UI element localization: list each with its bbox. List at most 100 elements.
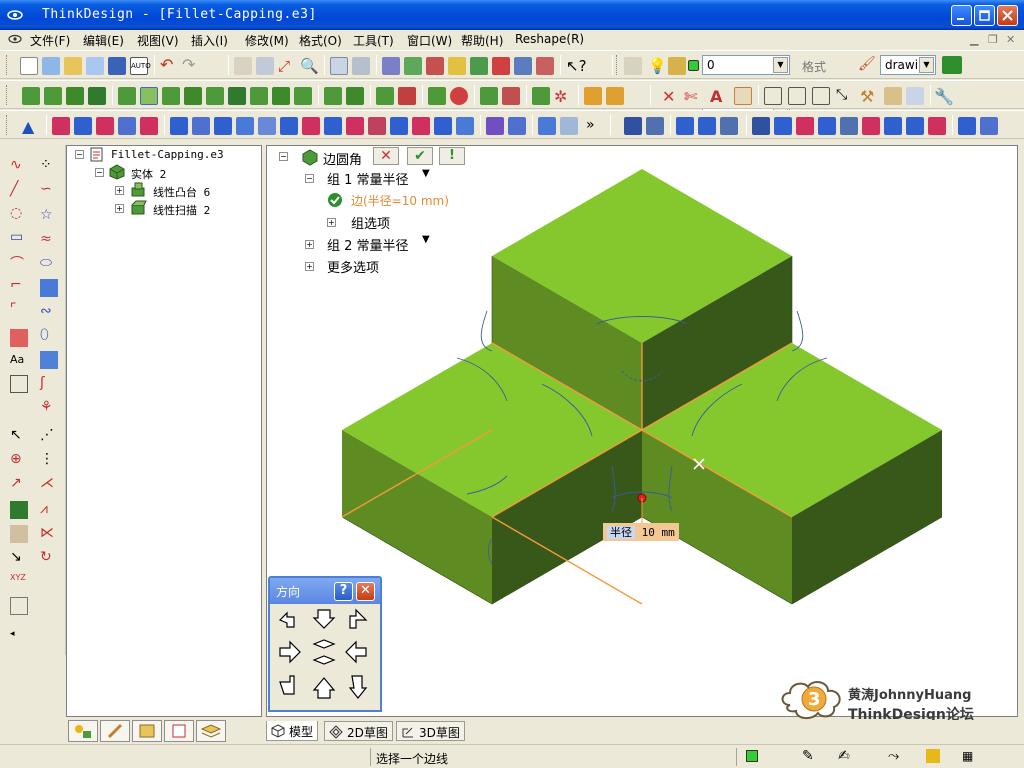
capsule-icon[interactable]: ⬯ (40, 327, 58, 345)
surface-match-icon[interactable] (280, 117, 298, 135)
surface-patch-icon[interactable] (214, 117, 232, 135)
star-icon[interactable]: ☆ (40, 207, 58, 225)
direction-left-button[interactable] (346, 646, 372, 670)
format-label[interactable]: 格式 (802, 58, 826, 75)
taper-icon[interactable] (818, 117, 836, 135)
menu-insert[interactable]: 插入(I) (191, 32, 228, 49)
menu-tools[interactable]: 工具(T) (353, 32, 394, 49)
redo-icon[interactable]: ↷ (182, 57, 200, 75)
direction-up-button[interactable] (310, 676, 336, 700)
shell-icon[interactable] (184, 87, 202, 105)
chevron-down-icon[interactable]: ▼ (422, 234, 430, 245)
surface-extrude-icon[interactable] (52, 117, 70, 135)
wave-icon[interactable]: ≈ (40, 231, 58, 249)
snap-settings-icon[interactable]: ⤳ (888, 748, 899, 764)
menu-modify[interactable]: 修改(M) (245, 32, 289, 49)
select-entity-icon[interactable] (234, 57, 252, 75)
circle-icon[interactable]: ◌ (10, 205, 28, 223)
menu-view[interactable]: 视图(V) (137, 32, 179, 49)
tab-features[interactable] (132, 720, 162, 742)
analysis-icon[interactable] (514, 57, 532, 75)
reshape-options-icon[interactable] (980, 117, 998, 135)
bend-icon[interactable] (774, 117, 792, 135)
apply-button[interactable]: ! (439, 147, 465, 165)
box-icon[interactable] (584, 87, 602, 105)
maximize-button[interactable] (974, 5, 995, 26)
color-picker-icon[interactable] (942, 56, 962, 74)
attribute-icon[interactable] (884, 87, 902, 105)
chevron-down-icon[interactable]: ▼ (919, 57, 934, 73)
edge-fillet-icon[interactable] (140, 87, 158, 105)
sweep-icon[interactable] (66, 87, 84, 105)
brush-icon[interactable]: 🖌 (858, 56, 876, 74)
help-button[interactable]: ? (334, 582, 353, 601)
style-combo[interactable]: drawir ▼ (880, 55, 936, 75)
deform-icon[interactable] (906, 117, 924, 135)
copy-icon[interactable] (734, 87, 752, 105)
menu-window[interactable]: 窗口(W) (407, 32, 452, 49)
open-folder-icon[interactable] (64, 57, 82, 75)
feather-icon[interactable]: ⚘ (40, 399, 58, 417)
more-options-expand-icon[interactable]: + (305, 262, 314, 271)
direction-up-right-button[interactable] (346, 612, 372, 636)
group1-label[interactable]: 组 1 常量半径 (327, 169, 409, 188)
point-icon[interactable]: ⁘ (40, 157, 58, 175)
toolbar-grip[interactable] (616, 55, 619, 75)
surface-fill-icon[interactable] (140, 117, 158, 135)
pointer-icon[interactable]: ↖ (10, 427, 28, 445)
wave-surface-icon[interactable]: ∾ (40, 303, 58, 321)
surface-sweep-icon[interactable] (96, 117, 114, 135)
direction-down-left-button[interactable] (276, 676, 302, 700)
surface-shape-icon[interactable] (508, 117, 526, 135)
solid-select-icon[interactable] (10, 501, 28, 519)
dialog-close-button[interactable]: ✕ (356, 582, 375, 601)
twist-icon[interactable] (796, 117, 814, 135)
connect-icon[interactable]: ⋌ (40, 475, 58, 493)
surface-offset-icon[interactable] (192, 117, 210, 135)
tab-drawings[interactable] (164, 720, 194, 742)
print-icon[interactable] (352, 57, 370, 75)
pick-icon[interactable]: ↗ (10, 475, 28, 493)
tree-solid[interactable]: 实体 2 (131, 166, 166, 182)
replace-face-icon[interactable] (502, 87, 520, 105)
pattern-icon[interactable] (376, 87, 394, 105)
delete-icon[interactable]: ✕ (662, 87, 680, 106)
mdi-minimize-icon[interactable]: ▁ (970, 33, 978, 46)
fit-curve-icon[interactable] (698, 117, 716, 135)
edit-curve-icon[interactable] (624, 117, 642, 135)
box-options-icon[interactable] (606, 87, 624, 105)
tab-layers[interactable] (196, 720, 226, 742)
blend-curve-icon[interactable] (676, 117, 694, 135)
swoosh-icon[interactable]: ʃ (40, 375, 58, 393)
mdi-restore-icon[interactable]: ❐ (988, 33, 998, 46)
union-icon[interactable] (324, 87, 342, 105)
surface-loft-icon[interactable] (118, 117, 136, 135)
layer-color-swatch[interactable] (688, 60, 699, 71)
freeform-curve-icon[interactable]: ∽ (40, 181, 58, 199)
surface-stitch-icon[interactable] (324, 117, 342, 135)
ellipse-icon[interactable]: ⬭ (40, 255, 58, 273)
line-icon[interactable]: ╱ (10, 181, 28, 199)
group1-collapse-icon[interactable]: − (305, 174, 314, 183)
offset-icon[interactable] (428, 87, 446, 105)
group-options-label[interactable]: 组选项 (351, 213, 390, 232)
mdi-close-icon[interactable]: ✕ (1006, 33, 1015, 46)
arc-icon[interactable]: ⌒ (10, 253, 28, 272)
open-icon[interactable] (86, 57, 104, 75)
tab-2d-sketch[interactable]: 2D草图 (324, 721, 393, 741)
surface-diamond-icon[interactable] (456, 117, 474, 135)
revolve-icon[interactable] (44, 87, 62, 105)
tree-expand-icon[interactable]: + (115, 186, 124, 195)
curve-pen-icon[interactable]: ✍ (838, 748, 850, 764)
boss-icon[interactable] (272, 87, 290, 105)
bulb-icon[interactable]: 💡 (648, 57, 667, 75)
fillet-curve-icon[interactable]: ⌐ (10, 277, 28, 295)
triangle-icon[interactable]: ▲ (22, 117, 40, 136)
undo-icon[interactable]: ↶ (160, 57, 178, 75)
xyz-icon[interactable]: XYZ (10, 573, 28, 591)
select-tool-icon[interactable]: ⊕ (10, 451, 28, 469)
wrench-icon[interactable]: 🔧 (934, 87, 954, 106)
surface-mesh-icon[interactable] (486, 117, 504, 135)
global-shape-icon[interactable] (752, 117, 770, 135)
fillet-icon[interactable] (118, 87, 136, 105)
